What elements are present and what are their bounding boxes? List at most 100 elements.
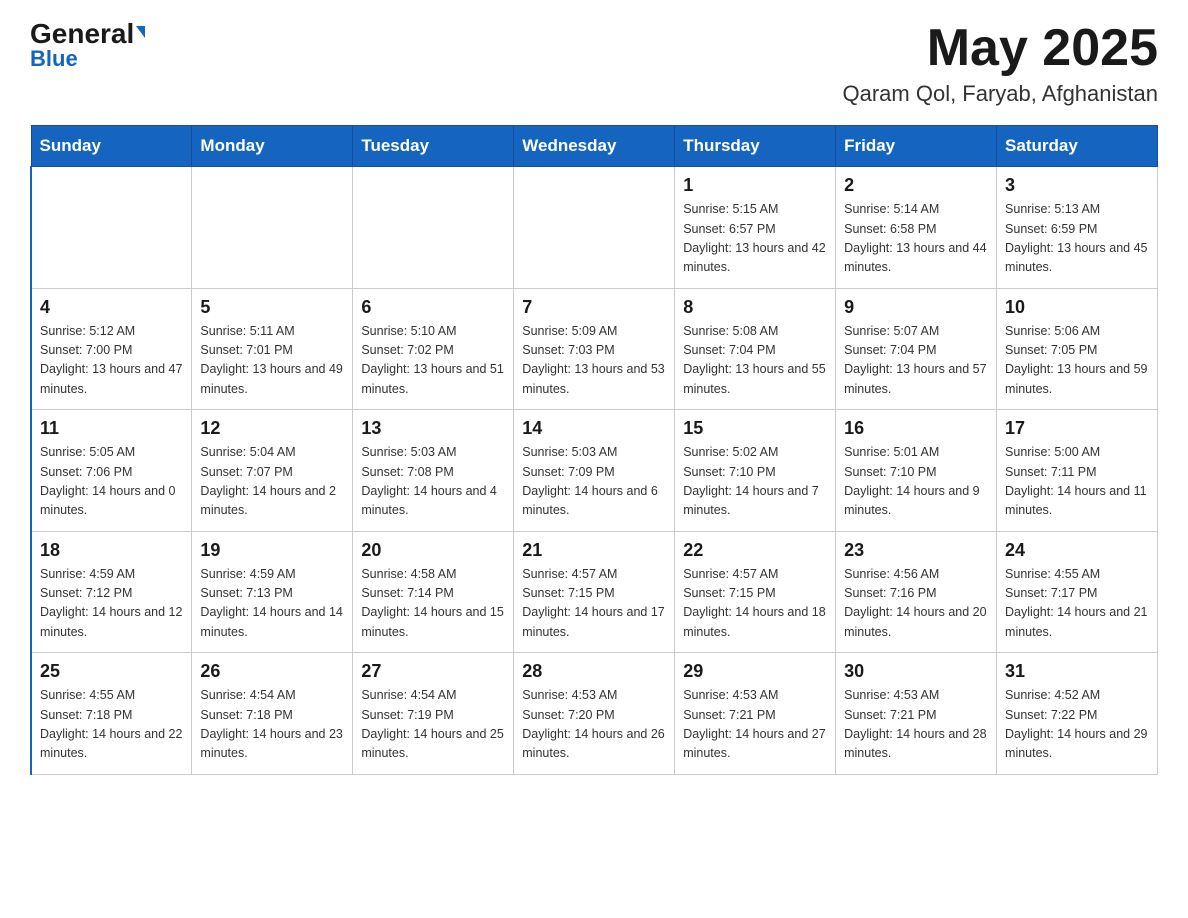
day-number: 28 [522,661,666,682]
page-header: General Blue May 2025 Qaram Qol, Faryab,… [30,20,1158,107]
day-number: 8 [683,297,827,318]
month-year-title: May 2025 [843,20,1159,77]
calendar-cell: 4Sunrise: 5:12 AM Sunset: 7:00 PM Daylig… [31,288,192,410]
day-number: 9 [844,297,988,318]
calendar-cell: 13Sunrise: 5:03 AM Sunset: 7:08 PM Dayli… [353,410,514,532]
day-info: Sunrise: 5:07 AM Sunset: 7:04 PM Dayligh… [844,322,988,400]
day-info: Sunrise: 5:15 AM Sunset: 6:57 PM Dayligh… [683,200,827,278]
day-number: 11 [40,418,183,439]
calendar-week-3: 11 Sunrise: 5:05 AM Sunset: 7:06 PM Dayli… [31,410,1158,532]
day-info: Sunrise: 4:59 AM Sunset: 7:13 PM Dayligh… [200,565,344,643]
day-info: Sunrise: 5:05 AM Sunset: 7:06 PM Dayligh… [40,443,183,521]
calendar-cell: 6 Sunrise: 5:10 AM Sunset: 7:02 PM Daylig… [353,288,514,410]
day-number: 15 [683,418,827,439]
calendar-week-5: 25 Sunrise: 4:55 AM Sunset: 7:18 PM Dayli… [31,653,1158,775]
day-info: Sunrise: 5:10 AM Sunset: 7:02 PM Dayligh… [361,322,505,400]
column-header-saturday: Saturday [997,126,1158,167]
calendar-cell: 1 Sunrise: 5:15 AM Sunset: 6:57 PM Daylig… [675,167,836,289]
day-info: Sunrise: 4:58 AM Sunset: 7:14 PM Dayligh… [361,565,505,643]
calendar-cell [353,167,514,289]
day-info: Sunrise: 5:03 AM Sunset: 7:08 PM Dayligh… [361,443,505,521]
calendar-cell [31,167,192,289]
calendar-cell: 28Sunrise: 4:53 AM Sunset: 7:20 PM Dayli… [514,653,675,775]
column-header-tuesday: Tuesday [353,126,514,167]
column-header-sunday: Sunday [31,126,192,167]
day-info: Sunrise: 4:57 AM Sunset: 7:15 PM Dayligh… [522,565,666,643]
day-number: 27 [361,661,505,682]
calendar-cell: 8Sunrise: 5:08 AM Sunset: 7:04 PM Daylig… [675,288,836,410]
day-info: Sunrise: 5:09 AM Sunset: 7:03 PM Dayligh… [522,322,666,400]
location-label: Qaram Qol, Faryab, Afghanistan [843,81,1159,107]
calendar-cell: 7 Sunrise: 5:09 AM Sunset: 7:03 PM Daylig… [514,288,675,410]
calendar-week-4: 18Sunrise: 4:59 AM Sunset: 7:12 PM Dayli… [31,531,1158,653]
day-info: Sunrise: 4:59 AM Sunset: 7:12 PM Dayligh… [40,565,183,643]
day-number: 30 [844,661,988,682]
calendar-cell: 9 Sunrise: 5:07 AM Sunset: 7:04 PM Daylig… [836,288,997,410]
calendar-cell: 2 Sunrise: 5:14 AM Sunset: 6:58 PM Daylig… [836,167,997,289]
day-info: Sunrise: 5:11 AM Sunset: 7:01 PM Dayligh… [200,322,344,400]
day-number: 7 [522,297,666,318]
day-info: Sunrise: 5:04 AM Sunset: 7:07 PM Dayligh… [200,443,344,521]
day-number: 1 [683,175,827,196]
calendar-cell: 17Sunrise: 5:00 AM Sunset: 7:11 PM Dayli… [997,410,1158,532]
day-info: Sunrise: 5:14 AM Sunset: 6:58 PM Dayligh… [844,200,988,278]
calendar-cell: 3Sunrise: 5:13 AM Sunset: 6:59 PM Daylig… [997,167,1158,289]
column-header-monday: Monday [192,126,353,167]
day-info: Sunrise: 4:56 AM Sunset: 7:16 PM Dayligh… [844,565,988,643]
day-number: 17 [1005,418,1149,439]
logo-general-label: General [30,18,134,49]
day-info: Sunrise: 4:57 AM Sunset: 7:15 PM Dayligh… [683,565,827,643]
calendar-header: SundayMondayTuesdayWednesdayThursdayFrid… [31,126,1158,167]
calendar-cell: 19 Sunrise: 4:59 AM Sunset: 7:13 PM Dayli… [192,531,353,653]
logo: General Blue [30,20,145,72]
calendar-cell: 14Sunrise: 5:03 AM Sunset: 7:09 PM Dayli… [514,410,675,532]
calendar-cell: 20 Sunrise: 4:58 AM Sunset: 7:14 PM Dayli… [353,531,514,653]
day-number: 24 [1005,540,1149,561]
calendar-week-1: 1 Sunrise: 5:15 AM Sunset: 6:57 PM Daylig… [31,167,1158,289]
calendar-cell: 24 Sunrise: 4:55 AM Sunset: 7:17 PM Dayli… [997,531,1158,653]
calendar-cell: 26Sunrise: 4:54 AM Sunset: 7:18 PM Dayli… [192,653,353,775]
day-number: 20 [361,540,505,561]
calendar-cell: 22Sunrise: 4:57 AM Sunset: 7:15 PM Dayli… [675,531,836,653]
day-info: Sunrise: 4:55 AM Sunset: 7:17 PM Dayligh… [1005,565,1149,643]
day-number: 16 [844,418,988,439]
day-number: 25 [40,661,183,682]
day-number: 29 [683,661,827,682]
logo-general-text: General [30,20,145,48]
day-number: 6 [361,297,505,318]
day-info: Sunrise: 5:02 AM Sunset: 7:10 PM Dayligh… [683,443,827,521]
column-header-wednesday: Wednesday [514,126,675,167]
calendar-cell: 10Sunrise: 5:06 AM Sunset: 7:05 PM Dayli… [997,288,1158,410]
calendar-cell: 15 Sunrise: 5:02 AM Sunset: 7:10 PM Dayli… [675,410,836,532]
day-number: 2 [844,175,988,196]
calendar-week-2: 4Sunrise: 5:12 AM Sunset: 7:00 PM Daylig… [31,288,1158,410]
title-block: May 2025 Qaram Qol, Faryab, Afghanistan [843,20,1159,107]
day-info: Sunrise: 4:55 AM Sunset: 7:18 PM Dayligh… [40,686,183,764]
calendar-cell: 12 Sunrise: 5:04 AM Sunset: 7:07 PM Dayli… [192,410,353,532]
day-info: Sunrise: 4:54 AM Sunset: 7:18 PM Dayligh… [200,686,344,764]
day-number: 14 [522,418,666,439]
day-number: 21 [522,540,666,561]
calendar-cell: 5 Sunrise: 5:11 AM Sunset: 7:01 PM Daylig… [192,288,353,410]
calendar-cell: 18Sunrise: 4:59 AM Sunset: 7:12 PM Dayli… [31,531,192,653]
day-info: Sunrise: 4:52 AM Sunset: 7:22 PM Dayligh… [1005,686,1149,764]
day-number: 10 [1005,297,1149,318]
day-info: Sunrise: 5:01 AM Sunset: 7:10 PM Dayligh… [844,443,988,521]
calendar-cell: 27Sunrise: 4:54 AM Sunset: 7:19 PM Dayli… [353,653,514,775]
day-number: 23 [844,540,988,561]
calendar-cell: 23 Sunrise: 4:56 AM Sunset: 7:16 PM Dayli… [836,531,997,653]
calendar-cell [514,167,675,289]
day-info: Sunrise: 4:53 AM Sunset: 7:21 PM Dayligh… [683,686,827,764]
calendar-cell: 30 Sunrise: 4:53 AM Sunset: 7:21 PM Dayli… [836,653,997,775]
day-number: 31 [1005,661,1149,682]
calendar-body: 1 Sunrise: 5:15 AM Sunset: 6:57 PM Daylig… [31,167,1158,775]
day-number: 19 [200,540,344,561]
day-number: 5 [200,297,344,318]
calendar-table: SundayMondayTuesdayWednesdayThursdayFrid… [30,125,1158,775]
logo-arrow-icon [136,26,145,38]
day-number: 12 [200,418,344,439]
day-info: Sunrise: 4:53 AM Sunset: 7:21 PM Dayligh… [844,686,988,764]
calendar-cell: 21 Sunrise: 4:57 AM Sunset: 7:15 PM Dayli… [514,531,675,653]
day-info: Sunrise: 5:13 AM Sunset: 6:59 PM Dayligh… [1005,200,1149,278]
day-info: Sunrise: 5:12 AM Sunset: 7:00 PM Dayligh… [40,322,183,400]
